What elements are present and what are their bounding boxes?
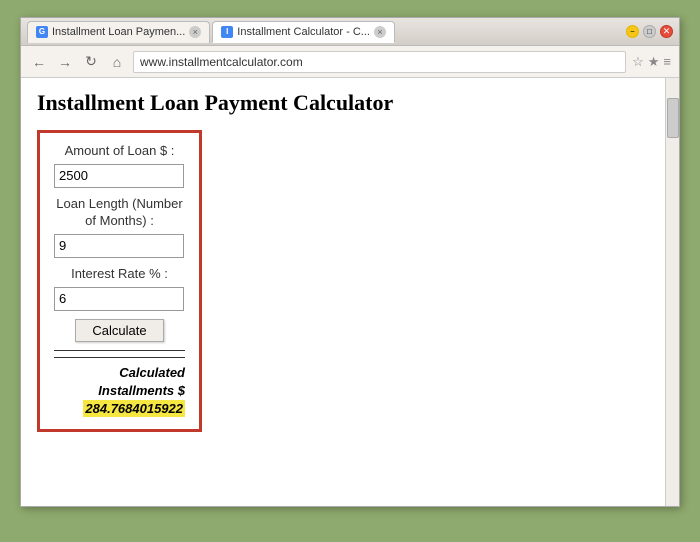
page-title: Installment Loan Payment Calculator <box>37 90 663 116</box>
address-bar-icons: ☆ ★ ≡ <box>632 54 671 70</box>
interest-input[interactable] <box>54 287 184 311</box>
result-section: Calculated Installments $ 284.7684015922 <box>54 364 185 417</box>
star-icon[interactable]: ★ <box>648 54 660 70</box>
address-input[interactable] <box>133 51 626 73</box>
result-value: 284.7684015922 <box>83 400 185 417</box>
amount-label: Amount of Loan $ : <box>54 143 185 160</box>
scrollbar[interactable] <box>665 78 679 506</box>
window-controls: − □ ✕ <box>626 25 673 38</box>
interest-label: Interest Rate % : <box>54 266 185 283</box>
tab2-label: Installment Calculator - C... <box>237 26 370 38</box>
length-input[interactable] <box>54 234 184 258</box>
tab1-label: Installment Loan Paymen... <box>52 26 185 38</box>
tab1-close-icon[interactable]: × <box>189 26 201 38</box>
refresh-button[interactable]: ↻ <box>81 52 101 72</box>
divider-2 <box>54 357 185 358</box>
page-content: Installment Loan Payment Calculator Amou… <box>21 78 679 506</box>
minimize-button[interactable]: − <box>626 25 639 38</box>
amount-input[interactable] <box>54 164 184 188</box>
tab-bar: G Installment Loan Paymen... × I Install… <box>27 21 622 43</box>
title-bar: G Installment Loan Paymen... × I Install… <box>21 18 679 46</box>
forward-button[interactable]: → <box>55 52 75 72</box>
calculator-box: Amount of Loan $ : Loan Length (Number o… <box>37 130 202 432</box>
tab1-favicon: G <box>36 26 48 38</box>
tab-2[interactable]: I Installment Calculator - C... × <box>212 21 395 43</box>
divider <box>54 350 185 351</box>
address-bar: ← → ↻ ⌂ ☆ ★ ≡ <box>21 46 679 78</box>
tab2-close-icon[interactable]: × <box>374 26 386 38</box>
menu-icon[interactable]: ≡ <box>663 54 671 69</box>
tab2-favicon: I <box>221 26 233 38</box>
close-button[interactable]: ✕ <box>660 25 673 38</box>
browser-window: G Installment Loan Paymen... × I Install… <box>20 17 680 507</box>
back-button[interactable]: ← <box>29 52 49 72</box>
home-button[interactable]: ⌂ <box>107 52 127 72</box>
bookmark-icon[interactable]: ☆ <box>632 54 644 70</box>
result-label: Calculated Installments $ <box>54 364 185 400</box>
scrollbar-thumb[interactable] <box>667 98 679 138</box>
length-label: Loan Length (Number of Months) : <box>54 196 185 230</box>
maximize-button[interactable]: □ <box>643 25 656 38</box>
calculate-button[interactable]: Calculate <box>75 319 163 342</box>
tab-1[interactable]: G Installment Loan Paymen... × <box>27 21 210 43</box>
